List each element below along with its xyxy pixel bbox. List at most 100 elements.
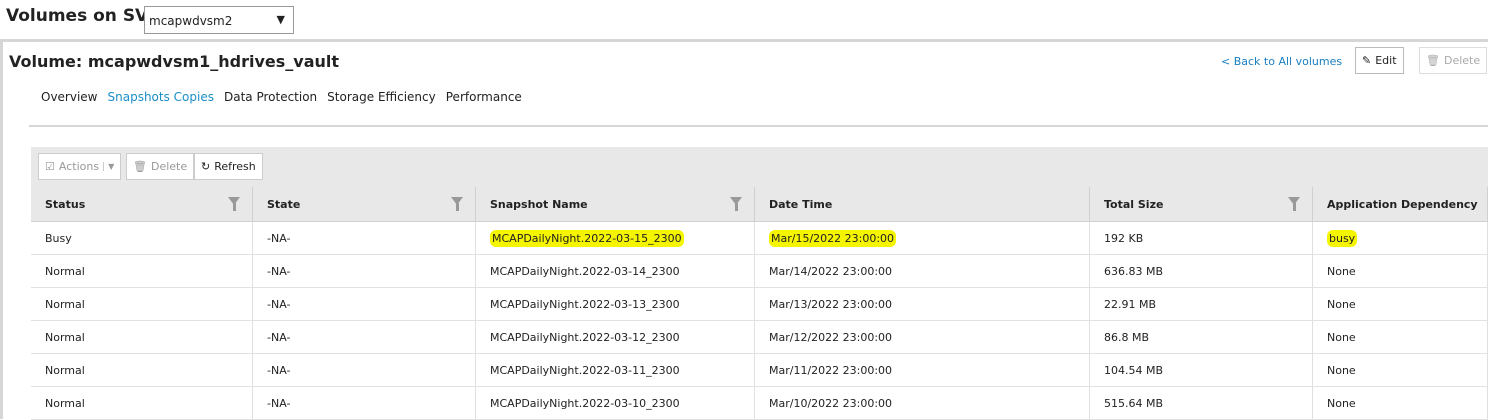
refresh-label: Refresh xyxy=(214,160,256,173)
column-header[interactable]: Status xyxy=(31,187,253,221)
cell-text: -NA- xyxy=(267,396,291,410)
delete-snapshot-button[interactable]: 🗑 Delete xyxy=(126,153,195,180)
table-cell: MCAPDailyNight.2022-03-14_2300 xyxy=(476,255,755,287)
delete-volume-button[interactable]: 🗑 Delete xyxy=(1419,47,1488,74)
back-to-volumes-link[interactable]: < Back to All volumes xyxy=(1221,55,1342,68)
filter-icon[interactable] xyxy=(1288,197,1300,211)
table-cell: None xyxy=(1313,255,1488,287)
tab-data-protection[interactable]: Data Protection xyxy=(224,90,317,104)
cell-text: Mar/15/2022 23:00:00 xyxy=(769,229,897,247)
tab-storage-efficiency[interactable]: Storage Efficiency xyxy=(327,90,436,104)
cell-text: Mar/12/2022 23:00:00 xyxy=(769,330,893,344)
table-row[interactable]: Normal -NA- MCAPDailyNight.2022-03-14_2300… xyxy=(31,255,1488,288)
table-cell: Busy xyxy=(31,222,253,254)
cell-text: Normal xyxy=(45,363,85,377)
table-cell: Mar/15/2022 23:00:00 xyxy=(755,222,1090,254)
column-header-label: Date Time xyxy=(769,197,833,211)
column-header[interactable]: Date Time xyxy=(755,187,1090,221)
volume-tabs: Overview Snapshots Copies Data Protectio… xyxy=(41,90,522,104)
table-cell: Normal xyxy=(31,387,253,419)
table-row[interactable]: Normal -NA- MCAPDailyNight.2022-03-13_2300… xyxy=(31,288,1488,321)
table-cell: -NA- xyxy=(253,222,476,254)
trash-icon: 🗑 xyxy=(133,160,147,173)
cell-text: None xyxy=(1327,264,1356,278)
cell-text: -NA- xyxy=(267,231,291,245)
cell-text: Mar/11/2022 23:00:00 xyxy=(769,363,893,377)
cell-text: 86.8 MB xyxy=(1104,330,1150,344)
table-cell: 86.8 MB xyxy=(1090,321,1313,353)
table-cell: MCAPDailyNight.2022-03-15_2300 xyxy=(476,222,755,254)
cell-text: MCAPDailyNight.2022-03-13_2300 xyxy=(490,297,680,311)
pencil-icon: ✎ xyxy=(1362,54,1372,67)
cell-text: Normal xyxy=(45,330,85,344)
cell-text: -NA- xyxy=(267,264,291,278)
edit-icon: ☑ xyxy=(45,160,55,173)
table-cell: -NA- xyxy=(253,321,476,353)
cell-text: Mar/13/2022 23:00:00 xyxy=(769,297,893,311)
filter-icon[interactable] xyxy=(228,197,240,211)
table-cell: 22.91 MB xyxy=(1090,288,1313,320)
cell-text: -NA- xyxy=(267,363,291,377)
cell-text: 636.83 MB xyxy=(1104,264,1164,278)
table-cell: Normal xyxy=(31,354,253,386)
table-row[interactable]: Normal -NA- MCAPDailyNight.2022-03-12_2300… xyxy=(31,321,1488,354)
cell-text: MCAPDailyNight.2022-03-10_2300 xyxy=(490,396,680,410)
actions-label: Actions xyxy=(58,160,100,173)
table-cell: busy xyxy=(1313,222,1488,254)
tab-snapshot-copies[interactable]: Snapshots Copies xyxy=(108,90,214,104)
page-header: Volumes on SVM xyxy=(6,6,165,26)
edit-button[interactable]: ✎ Edit xyxy=(1355,47,1404,74)
delete-label: Delete xyxy=(150,160,188,173)
column-header[interactable]: State xyxy=(253,187,476,221)
column-header[interactable]: Snapshot Name xyxy=(476,187,755,221)
filter-icon[interactable] xyxy=(730,197,742,211)
cell-text: 104.54 MB xyxy=(1104,363,1164,377)
column-header-label: Application Dependency xyxy=(1327,197,1478,211)
svm-select[interactable]: mcapwdvsm2 ▼ xyxy=(144,6,294,34)
filter-icon[interactable] xyxy=(451,197,463,211)
table-row[interactable]: Normal -NA- MCAPDailyNight.2022-03-10_2300… xyxy=(31,387,1488,420)
cell-text: Mar/14/2022 23:00:00 xyxy=(769,264,893,278)
refresh-button[interactable]: ↻ Refresh xyxy=(194,153,263,180)
table-cell: MCAPDailyNight.2022-03-12_2300 xyxy=(476,321,755,353)
cell-text: Busy xyxy=(45,231,72,245)
cell-text: 192 KB xyxy=(1104,231,1144,245)
cell-text: busy xyxy=(1327,229,1358,247)
table-cell: None xyxy=(1313,387,1488,419)
cell-text: 22.91 MB xyxy=(1104,297,1157,311)
table-row[interactable]: Busy -NA- MCAPDailyNight.2022-03-15_2300 Ma… xyxy=(31,222,1488,255)
table-cell: Mar/11/2022 23:00:00 xyxy=(755,354,1090,386)
cell-text: None xyxy=(1327,396,1356,410)
snapshot-table: Status State Snapshot Name Date Time Total S… xyxy=(31,187,1488,420)
table-cell: 104.54 MB xyxy=(1090,354,1313,386)
table-cell: None xyxy=(1313,288,1488,320)
cell-text: None xyxy=(1327,330,1356,344)
cell-text: Normal xyxy=(45,264,85,278)
table-cell: Normal xyxy=(31,255,253,287)
cell-text: Normal xyxy=(45,297,85,311)
table-cell: -NA- xyxy=(253,255,476,287)
table-cell: Mar/10/2022 23:00:00 xyxy=(755,387,1090,419)
column-header[interactable]: Application Dependency xyxy=(1313,187,1488,221)
table-header: Status State Snapshot Name Date Time Total S… xyxy=(31,187,1488,222)
cell-text: -NA- xyxy=(267,297,291,311)
caret-down-icon: ▼ xyxy=(276,13,285,26)
refresh-icon: ↻ xyxy=(201,160,211,173)
table-cell: -NA- xyxy=(253,288,476,320)
cell-text: 515.64 MB xyxy=(1104,396,1164,410)
page-title: Volumes on SVM xyxy=(6,6,166,26)
table-cell: 636.83 MB xyxy=(1090,255,1313,287)
cell-text: Mar/10/2022 23:00:00 xyxy=(769,396,893,410)
table-cell: MCAPDailyNight.2022-03-11_2300 xyxy=(476,354,755,386)
cell-text: None xyxy=(1327,363,1356,377)
table-cell: MCAPDailyNight.2022-03-10_2300 xyxy=(476,387,755,419)
column-header[interactable]: Total Size xyxy=(1090,187,1313,221)
actions-button[interactable]: ☑ Actions ▼ xyxy=(38,153,122,180)
column-header-label: State xyxy=(267,197,301,211)
table-cell: Mar/13/2022 23:00:00 xyxy=(755,288,1090,320)
tab-performance[interactable]: Performance xyxy=(446,90,522,104)
tab-overview[interactable]: Overview xyxy=(41,90,98,104)
table-cell: 192 KB xyxy=(1090,222,1313,254)
table-cell: Normal xyxy=(31,321,253,353)
table-row[interactable]: Normal -NA- MCAPDailyNight.2022-03-11_2300… xyxy=(31,354,1488,387)
